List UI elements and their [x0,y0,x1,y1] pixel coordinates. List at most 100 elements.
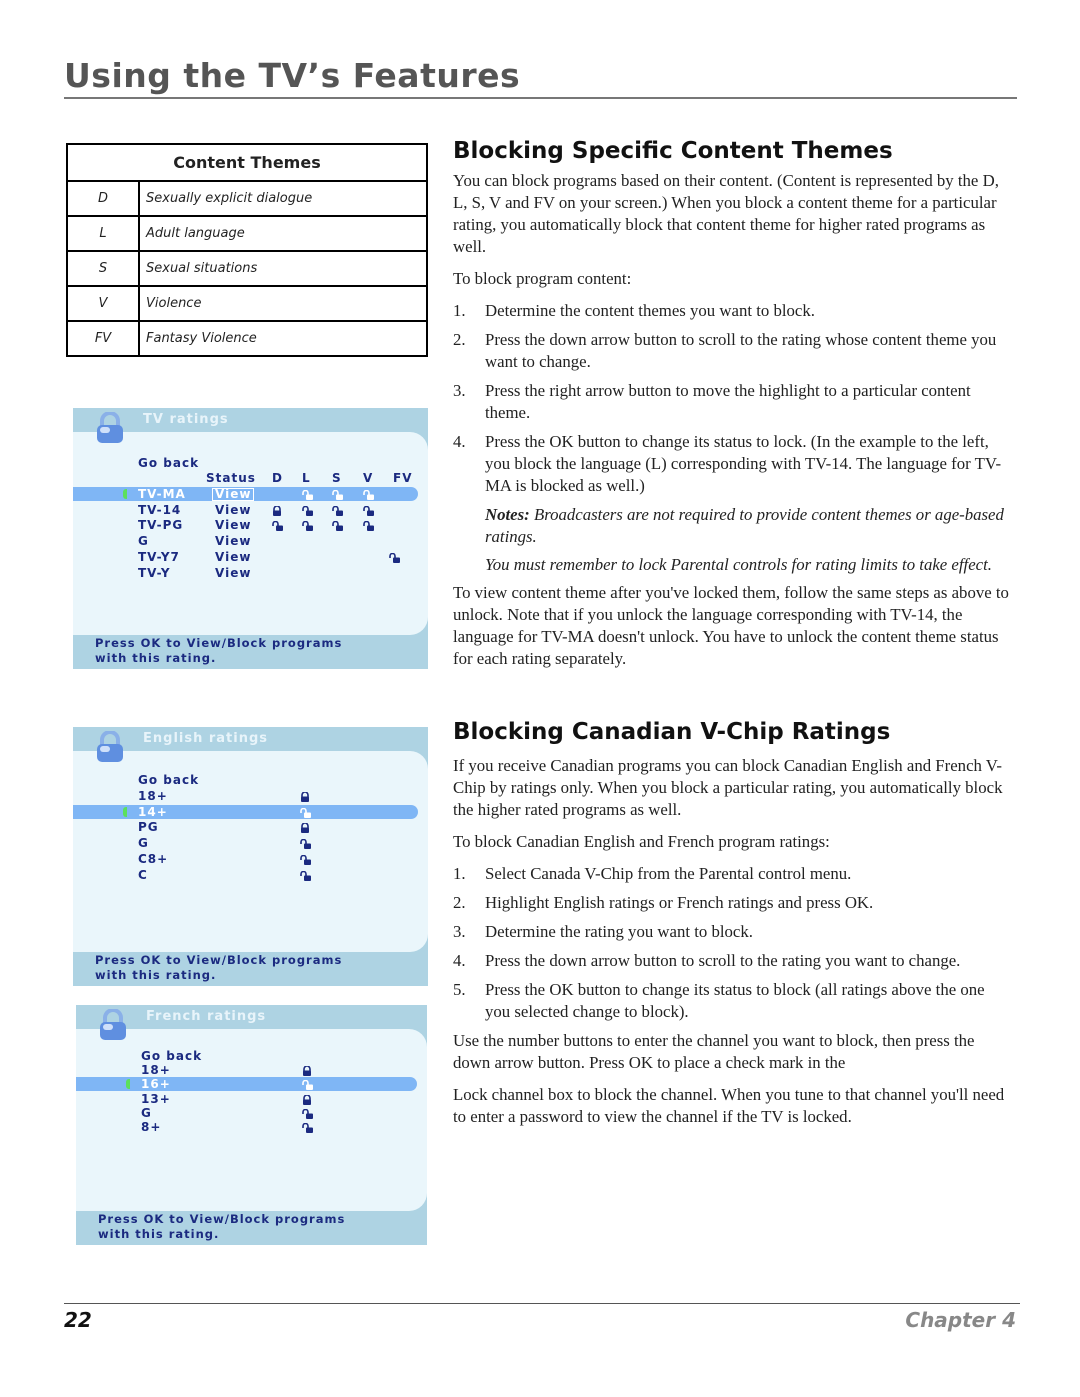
step-item: 2. Press the down arrow button to scroll … [453,329,1013,373]
unlock-icon [363,520,374,532]
rating-row[interactable]: PG [73,820,418,834]
step-text: Select Canada V-Chip from the Parental c… [485,864,852,883]
column-header: S [332,471,342,485]
step-text: Press the OK button to change its status… [485,980,985,1021]
cursor-indicator [123,806,127,817]
rating-label: TV-MA [138,487,186,501]
status-value[interactable]: View [215,518,251,532]
step-item: 4. Press the OK button to change its stat… [453,431,1013,497]
rating-row[interactable]: 13+ [76,1092,417,1106]
rating-row[interactable]: G [73,836,418,850]
go-back-item[interactable]: Go back [73,456,418,470]
column-header: L [302,471,311,485]
status-value[interactable]: View [215,566,251,580]
unlock-icon [300,807,311,818]
rating-row[interactable]: TV-14 View [73,503,418,517]
status-value[interactable]: View [215,503,251,517]
rating-row[interactable]: TV-MA View [73,487,418,501]
status-value[interactable]: View [215,534,251,548]
lock-icon [272,504,282,516]
step-text: Press the OK button to change its status… [485,432,1002,495]
table-row: FV Fantasy Violence [66,320,428,357]
unlock-icon [272,520,283,532]
footer-line: with this rating. [95,651,217,665]
padlock-icon [98,1008,128,1041]
step-number: 3. [453,381,466,400]
rating-row[interactable]: C8+ [73,852,418,866]
step-item: 1. Select Canada V-Chip from the Parental… [453,863,1013,885]
unlock-icon [332,489,343,500]
footer-line: Press OK to View/Block programs [98,1212,346,1226]
theme-description: Fantasy Violence [138,320,428,357]
section-heading: Blocking Canadian V-Chip Ratings [453,719,891,745]
column-header-row: Status D L S V FV [73,471,418,485]
rating-label: 13+ [141,1091,171,1106]
theme-description: Sexual situations [138,250,428,287]
rating-label: TV-Y [138,565,171,580]
step-number: 1. [453,301,466,320]
step-number: 5. [453,980,466,999]
paragraph: To block program content: [453,269,632,288]
padlock-icon [95,730,125,763]
rating-label: PG [138,820,159,835]
screen-title: TV ratings [143,412,229,427]
step-item: 4. Press the down arrow button to scroll … [453,950,1013,972]
paragraph: If you receive Canadian programs you can… [453,756,1003,819]
screen-title: English ratings [143,731,269,746]
step-item: 5. Press the OK button to change its stat… [453,979,1013,1023]
status-value[interactable]: View [212,488,255,501]
step-item: 2. Highlight English ratings or French ra… [453,892,1013,914]
step-item: 3. Determine the rating you want to block… [453,921,1013,943]
go-back-label: Go back [138,455,200,470]
column-header: V [363,471,374,485]
paragraph: To block Canadian English and French pro… [453,832,830,851]
rating-row[interactable]: 14+ [73,804,418,819]
unlock-icon [302,1079,313,1091]
theme-description: Sexually explicit dialogue [138,180,428,217]
theme-code: D [66,180,140,217]
theme-description: Violence [138,285,428,322]
page-number: 22 [64,1308,92,1332]
rating-row[interactable]: 16+ [76,1077,417,1092]
rating-row[interactable]: 8+ [76,1120,417,1134]
rating-row[interactable]: G [76,1106,417,1120]
cursor-indicator [123,489,127,499]
footer-line: Press OK to View/Block programs [95,953,343,967]
unlock-icon [363,489,374,500]
note: Notes: Broadcasters are not required to … [485,505,1004,546]
rating-row[interactable]: 18+ [73,789,418,803]
section1-body: You can block programs based on their co… [453,170,1013,680]
go-back-item[interactable]: Go back [73,773,418,787]
paragraph: Use the number buttons to enter the chan… [453,1031,975,1072]
step-number: 2. [453,893,466,912]
step-text: Press the down arrow button to scroll to… [485,951,961,970]
french-ratings-screen: French ratings Go back 18+ 16+ 13+ G 8+ Press O… [76,1005,427,1245]
rating-row[interactable]: G View [73,534,418,548]
step-text: Determine the rating you want to block. [485,922,753,941]
rating-row[interactable]: TV-Y7 View [73,550,418,564]
status-value[interactable]: View [215,550,251,564]
theme-code: FV [66,320,140,357]
rating-label: 18+ [138,789,168,803]
rating-label: TV-14 [138,502,182,517]
rating-row[interactable]: TV-PG View [73,518,418,532]
unlock-icon [302,520,313,532]
content-themes-table: Content Themes D Sexually explicit dialog… [66,143,428,357]
step-number: 4. [453,432,466,451]
rating-row[interactable]: 18+ [76,1063,417,1077]
unlock-icon [389,552,400,563]
table-row: L Adult language [66,215,428,252]
rating-row[interactable]: TV-Y View [73,566,418,580]
lock-icon [302,1093,312,1105]
go-back-label: Go back [138,773,200,788]
rating-label: C8+ [138,851,169,866]
go-back-item[interactable]: Go back [76,1049,417,1063]
unlock-icon [300,870,311,881]
step-text: Determine the content themes you want to… [485,301,815,320]
go-back-label: Go back [141,1048,203,1063]
rating-label: TV-Y7 [138,549,180,564]
rating-label: TV-PG [138,518,184,533]
unlock-icon [332,505,343,516]
rating-label: G [138,534,149,549]
rating-row[interactable]: C [73,868,418,882]
